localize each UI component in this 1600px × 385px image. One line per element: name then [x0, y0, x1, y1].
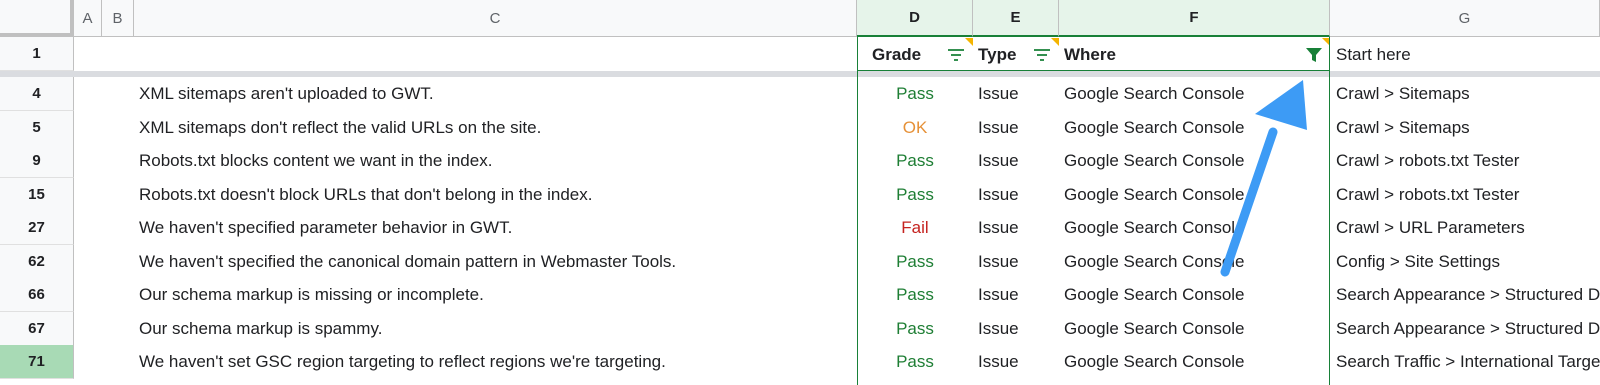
type-cell[interactable]: Issue — [978, 178, 1058, 212]
start-here-cell[interactable]: Search Appearance > Structured Data — [1336, 278, 1600, 312]
grade-cell[interactable]: Pass — [857, 144, 973, 178]
start-here-cell[interactable]: Crawl > robots.txt Tester — [1336, 144, 1600, 178]
where-cell[interactable]: Google Search Console — [1064, 312, 1326, 346]
start-here-cell[interactable]: Crawl > Sitemaps — [1336, 111, 1600, 145]
issue-cell[interactable]: We haven't set GSC region targeting to r… — [139, 345, 854, 379]
type-cell[interactable]: Issue — [978, 345, 1058, 379]
start-here-cell[interactable]: Search Traffic > International Targeting — [1336, 345, 1600, 379]
issue-cell[interactable]: Robots.txt doesn't block URLs that don't… — [139, 178, 854, 212]
type-cell[interactable]: Issue — [978, 111, 1058, 145]
issue-cell[interactable]: We haven't specified the canonical domai… — [139, 245, 854, 279]
row-header[interactable]: 71 — [0, 345, 74, 379]
type-cell[interactable]: Issue — [978, 278, 1058, 312]
select-all-corner[interactable] — [0, 0, 74, 37]
row-header[interactable]: 27 — [0, 211, 74, 245]
comment-indicator — [1051, 38, 1059, 46]
start-here-cell[interactable]: Crawl > Sitemaps — [1336, 77, 1600, 111]
start-here-cell[interactable]: Crawl > robots.txt Tester — [1336, 178, 1600, 212]
start-here-header[interactable]: Start here — [1336, 38, 1600, 72]
grade-cell[interactable]: Pass — [857, 245, 973, 279]
issue-cell[interactable]: Our schema markup is missing or incomple… — [139, 278, 854, 312]
row-header[interactable]: 1 — [0, 37, 74, 71]
type-header[interactable]: Type — [978, 38, 1038, 72]
issue-cell[interactable]: Our schema markup is spammy. — [139, 312, 854, 346]
row-header[interactable]: 15 — [0, 178, 74, 212]
column-header-a[interactable]: A — [74, 0, 102, 37]
type-cell[interactable]: Issue — [978, 211, 1058, 245]
grade-header[interactable]: Grade — [872, 38, 952, 72]
filter-lines-icon[interactable] — [1032, 45, 1052, 65]
grade-cell[interactable]: Pass — [857, 312, 973, 346]
column-header-b[interactable]: B — [102, 0, 134, 37]
row-header[interactable]: 62 — [0, 245, 74, 279]
type-cell[interactable]: Issue — [978, 245, 1058, 279]
issue-cell[interactable]: Robots.txt blocks content we want in the… — [139, 144, 854, 178]
column-header-d[interactable]: D — [857, 0, 973, 37]
column-header-c[interactable]: C — [134, 0, 857, 37]
comment-indicator — [965, 38, 973, 46]
grade-cell[interactable]: Pass — [857, 178, 973, 212]
issue-cell[interactable]: XML sitemaps don't reflect the valid URL… — [139, 111, 854, 145]
type-cell[interactable]: Issue — [978, 312, 1058, 346]
row-header[interactable]: 5 — [0, 111, 74, 145]
grade-cell[interactable]: Pass — [857, 77, 973, 111]
row-header[interactable]: 4 — [0, 77, 74, 111]
comment-indicator — [1322, 38, 1330, 46]
column-header-e[interactable]: E — [973, 0, 1059, 37]
where-header[interactable]: Where — [1064, 38, 1264, 72]
issue-cell[interactable]: XML sitemaps aren't uploaded to GWT. — [139, 77, 854, 111]
column-header-g[interactable]: G — [1330, 0, 1600, 37]
start-here-cell[interactable]: Crawl > URL Parameters — [1336, 211, 1600, 245]
row-header[interactable]: 9 — [0, 144, 74, 178]
spreadsheet-grid: A B C D E F G 1 Grade Type Where Start h… — [0, 0, 1600, 385]
issue-cell[interactable]: We haven't specified parameter behavior … — [139, 211, 854, 245]
grade-cell[interactable]: Pass — [857, 278, 973, 312]
grade-cell[interactable]: Fail — [857, 211, 973, 245]
where-cell[interactable]: Google Search Console — [1064, 278, 1326, 312]
where-cell[interactable]: Google Search Console — [1064, 345, 1326, 379]
row-header[interactable]: 67 — [0, 312, 74, 346]
start-here-cell[interactable]: Config > Site Settings — [1336, 245, 1600, 279]
row-header[interactable]: 66 — [0, 278, 74, 312]
filter-funnel-active-icon[interactable] — [1304, 45, 1324, 65]
annotation-arrow-icon — [1220, 80, 1307, 277]
filter-lines-icon[interactable] — [946, 45, 966, 65]
start-here-cell[interactable]: Search Appearance > Structured Data — [1336, 312, 1600, 346]
type-cell[interactable]: Issue — [978, 77, 1058, 111]
grade-cell[interactable]: Pass — [857, 345, 973, 379]
column-header-f[interactable]: F — [1059, 0, 1330, 37]
type-cell[interactable]: Issue — [978, 144, 1058, 178]
grade-cell[interactable]: OK — [857, 111, 973, 145]
